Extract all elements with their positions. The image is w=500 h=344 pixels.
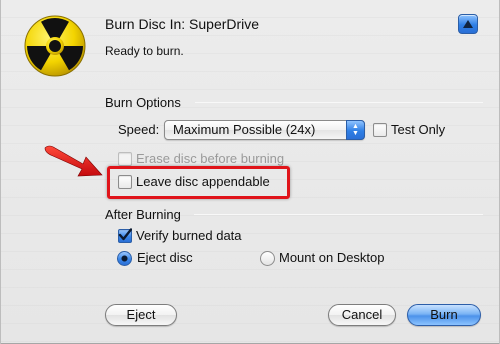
burn-options-separator [195,102,483,103]
erase-disc-checkbox [118,152,132,166]
leave-appendable-checkbox[interactable] [118,175,132,189]
checkmark-icon [118,228,132,241]
status-text: Ready to burn. [105,44,184,58]
test-only-label: Test Only [391,122,446,137]
mount-on-desktop-label: Mount on Desktop [279,250,385,265]
eject-button[interactable]: Eject [105,304,177,326]
triangle-up-icon [463,20,473,28]
burn-icon [24,15,86,77]
updown-arrows-icon: ▲ ▼ [346,120,365,140]
after-burning-heading: After Burning [105,207,181,222]
speed-label: Speed: [118,122,160,137]
verify-checkbox[interactable] [118,228,132,243]
speed-select-value: Maximum Possible (24x) [173,122,316,137]
red-arrow-icon [44,145,103,177]
burn-options-heading: Burn Options [105,95,181,110]
collapse-button[interactable] [458,14,478,34]
leave-appendable-label: Leave disc appendable [136,174,270,189]
burn-disc-sheet: Burn Disc In: SuperDrive Ready to burn. … [0,0,500,344]
erase-disc-label: Erase disc before burning [136,151,285,166]
dialog-title: Burn Disc In: SuperDrive [105,16,260,32]
burn-button[interactable]: Burn [407,304,481,326]
verify-label: Verify burned data [136,228,242,243]
test-only-checkbox[interactable] [373,123,387,137]
speed-select[interactable]: Maximum Possible (24x) ▲ ▼ [164,120,365,140]
eject-disc-radio[interactable] [117,251,132,266]
mount-on-desktop-radio[interactable] [260,251,275,266]
eject-disc-label: Eject disc [137,250,193,265]
cancel-button[interactable]: Cancel [328,304,396,326]
after-burning-separator [194,214,483,215]
